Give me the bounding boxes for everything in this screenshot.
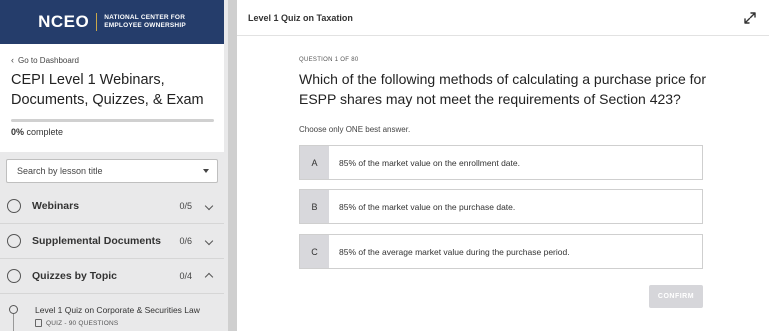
chevron-left-icon: ‹ bbox=[11, 55, 14, 65]
course-sidebar: NCEO NATIONAL CENTER FOR EMPLOYEE OWNERS… bbox=[0, 0, 228, 331]
expand-icon[interactable] bbox=[743, 11, 757, 25]
lesson-meta: QUIZ - 90 QUESTIONS bbox=[35, 319, 118, 327]
section-supplemental-documents[interactable]: Supplemental Documents 0/6 bbox=[0, 224, 224, 258]
progress-suffix: complete bbox=[26, 127, 64, 137]
progress-bar bbox=[11, 119, 214, 122]
lesson-connector bbox=[13, 314, 14, 331]
status-circle-icon bbox=[7, 234, 21, 248]
section-label: Quizzes by Topic bbox=[32, 270, 117, 282]
status-circle-icon bbox=[7, 269, 21, 283]
option-text: 85% of the market value on the enrollmen… bbox=[339, 157, 520, 168]
option-letter: C bbox=[300, 235, 329, 268]
lesson-title: Level 1 Quiz on Corporate & Securities L… bbox=[35, 305, 200, 315]
sidebar-scrollbar[interactable] bbox=[228, 0, 237, 331]
answer-option-a[interactable]: A 85% of the market value on the enrollm… bbox=[299, 145, 703, 180]
answer-option-b[interactable]: B 85% of the market value on the purchas… bbox=[299, 189, 703, 224]
answer-option-c[interactable]: C 85% of the average market value during… bbox=[299, 234, 703, 269]
progress-value: 0% bbox=[11, 127, 25, 137]
section-quizzes-by-topic[interactable]: Quizzes by Topic 0/4 bbox=[0, 259, 224, 293]
section-count: 0/5 bbox=[179, 201, 192, 211]
chevron-down-icon bbox=[204, 201, 214, 211]
nceo-logo: NCEO bbox=[38, 12, 90, 31]
brand-tagline-line2: EMPLOYEE OWNERSHIP bbox=[104, 22, 186, 29]
document-icon bbox=[35, 319, 42, 327]
question-counter: QUESTION 1 OF 80 bbox=[299, 57, 359, 63]
lesson-item[interactable]: Level 1 Quiz on Corporate & Securities L… bbox=[0, 298, 224, 331]
lesson-meta-text: QUIZ - 90 QUESTIONS bbox=[46, 319, 119, 327]
brand-header[interactable]: NCEO NATIONAL CENTER FOR EMPLOYEE OWNERS… bbox=[0, 0, 224, 44]
confirm-button[interactable]: CONFIRM bbox=[649, 285, 703, 308]
course-card: ‹ Go to Dashboard CEPI Level 1 Webinars,… bbox=[0, 44, 224, 152]
section-label: Supplemental Documents bbox=[32, 235, 161, 247]
section-count: 0/6 bbox=[179, 236, 192, 246]
option-text: 85% of the average market value during t… bbox=[339, 246, 570, 257]
lesson-search-select[interactable]: Search by lesson title bbox=[6, 159, 218, 183]
question-instruction: Choose only ONE best answer. bbox=[299, 125, 411, 134]
brand-tagline: NATIONAL CENTER FOR EMPLOYEE OWNERSHIP bbox=[104, 14, 186, 30]
chevron-down-icon bbox=[204, 236, 214, 246]
section-count: 0/4 bbox=[179, 271, 192, 281]
section-webinars[interactable]: Webinars 0/5 bbox=[0, 189, 224, 223]
option-text: 85% of the market value on the purchase … bbox=[339, 201, 516, 212]
option-letter: A bbox=[300, 146, 329, 179]
status-circle-icon bbox=[7, 199, 21, 213]
lesson-status-icon bbox=[9, 305, 18, 314]
chevron-up-icon bbox=[204, 271, 214, 282]
course-title: CEPI Level 1 Webinars, Documents, Quizze… bbox=[11, 72, 204, 108]
go-to-dashboard-link[interactable]: ‹ Go to Dashboard bbox=[11, 55, 79, 65]
progress-text: 0% complete bbox=[11, 127, 63, 137]
divider bbox=[0, 293, 224, 294]
caret-down-icon bbox=[203, 169, 209, 173]
quiz-topbar: Level 1 Quiz on Taxation bbox=[237, 0, 769, 36]
brand-divider bbox=[96, 13, 98, 31]
back-link-label: Go to Dashboard bbox=[18, 55, 79, 65]
option-letter: B bbox=[300, 190, 329, 223]
brand-tagline-line1: NATIONAL CENTER FOR bbox=[104, 14, 186, 21]
section-label: Webinars bbox=[32, 200, 80, 212]
search-placeholder: Search by lesson title bbox=[17, 166, 103, 176]
quiz-panel: Level 1 Quiz on Taxation QUESTION 1 OF 8… bbox=[237, 0, 769, 331]
quiz-title: Level 1 Quiz on Taxation bbox=[248, 13, 353, 23]
question-text: Which of the following methods of calcul… bbox=[299, 71, 706, 107]
